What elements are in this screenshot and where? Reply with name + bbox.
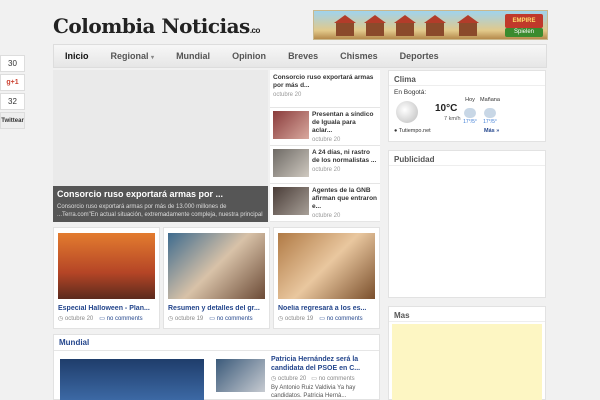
chevron-down-icon: ▾ [151,55,155,61]
headline-thumbnail[interactable] [273,187,309,215]
weather-wind: 7 km/h [444,116,461,122]
weather-location: En Bogotá: [394,89,427,96]
headline-thumbnail[interactable] [273,111,309,139]
section-heading[interactable]: Mundial [54,335,379,351]
headline-title[interactable]: A 24 días, ni rastro de los normalistas … [312,149,377,165]
more-widget: Mas [388,306,546,400]
article-date: octubre 20 [277,376,307,382]
weather-source-link[interactable]: ● Tutiempo.net [394,128,431,134]
nav-item-opinion[interactable]: Opinion [221,51,277,61]
article-meta: ◷ octubre 20 ▭ no comments [58,316,143,322]
article-title[interactable]: Especial Halloween - Plan... [58,305,155,312]
slider-caption: Consorcio ruso exportará armas por ... C… [53,186,268,222]
article-card[interactable]: Noelia regresará a los es... ◷ octubre 1… [273,227,380,329]
house-icon [364,15,386,36]
tweet-button[interactable]: Twittear [0,112,25,129]
social-share-bar: 30 g+1 32 Twittear [0,55,25,131]
list-item[interactable]: Agentes de la GNB afirman que entraron e… [270,184,380,222]
list-item[interactable]: A 24 días, ni rastro de los normalistas … [270,146,380,184]
ad-placeholder[interactable] [392,324,542,400]
nav-item-label: Regional [110,51,149,61]
headline-date: octubre 20 [312,213,341,219]
article-card[interactable]: Especial Halloween - Plan... ◷ octubre 2… [53,227,160,329]
article-card[interactable]: Resumen y detalles del gr... ◷ octubre 1… [163,227,270,329]
featured-title[interactable]: Consorcio ruso exportará armas por ... [57,189,264,199]
list-item[interactable]: Presentan a síndico de Iguala para aclar… [270,108,380,146]
comments-count: no comments [216,316,253,322]
cloud-icon [396,101,418,123]
headline-list: Consorcio ruso exportará armas por más d… [270,70,380,222]
forecast-tomorrow-label: Mañana [480,97,500,103]
widget-heading: Publicidad [389,151,545,166]
banner-title: EMPIRE [505,14,543,28]
comments-count: no comments [326,316,363,322]
facebook-like-count[interactable]: 30 [0,55,25,72]
house-icon [424,15,446,36]
headline-date: octubre 20 [312,137,341,143]
nav-item-regional[interactable]: Regional ▾ [100,51,166,61]
mundial-main-image[interactable] [60,359,204,400]
article-image[interactable] [58,233,155,299]
comments-link[interactable]: ▭ no comments [319,316,362,322]
featured-excerpt: Consorcio ruso exportará armas por más d… [57,204,263,218]
forecast-today-range: 17°/5° [463,119,477,125]
weather-temperature: 10°C [435,103,458,114]
house-icon [394,15,416,36]
google-plus-count: 32 [0,93,25,110]
weather-more-link[interactable]: Más » [484,128,499,134]
comments-link[interactable]: ▭ no comments [99,316,142,322]
nav-item-mundial[interactable]: Mundial [165,51,221,61]
forecast-today-label: Hoy [465,97,475,103]
banner-play-button[interactable]: Spielen [505,28,543,37]
house-icon [457,15,479,36]
headline-date: octubre 20 [273,92,302,98]
article-meta: ◷ octubre 20 ▭ no comments [271,376,355,382]
comments-count: no comments [106,316,143,322]
logo-text: Colombia Noticias [53,14,250,38]
nav-item-deportes[interactable]: Deportes [389,51,450,61]
house-icon [334,15,356,36]
nav-item-chismes[interactable]: Chismes [329,51,389,61]
article-image[interactable] [168,233,265,299]
nav-item-breves[interactable]: Breves [277,51,329,61]
article-excerpt: By Antonio Ruiz Valdivia Ya hay candidat… [271,385,356,399]
article-meta: ◷ octubre 19 ▭ no comments [278,316,363,322]
headline-date: octubre 20 [312,167,341,173]
mundial-article-thumbnail[interactable] [216,359,265,392]
comments-count[interactable]: no comments [319,376,355,382]
google-plus-button[interactable]: g+1 [0,74,25,91]
cloud-icon [484,108,496,118]
article-meta: ◷ octubre 19 ▭ no comments [168,316,253,322]
headline-title[interactable]: Presentan a síndico de Iguala para aclar… [312,111,377,135]
main-nav: Inicio Regional ▾ Mundial Opinion Breves… [53,44,547,68]
widget-heading: Clima [389,71,545,86]
mundial-article: Patricia Hernández será la candidata del… [271,355,377,400]
featured-slider[interactable]: Consorcio ruso exportará armas por ... C… [53,70,268,222]
article-date: octubre 20 [64,316,94,322]
advertising-widget: Publicidad [388,150,546,298]
logo-suffix: .co [249,26,261,35]
weather-source-label: Tutiempo.net [398,128,431,134]
headline-title[interactable]: Consorcio ruso exportará armas por más d… [273,74,377,90]
mundial-section: Mundial Patricia Hernández será la candi… [53,334,380,400]
article-title[interactable]: Patricia Hernández será la candidata del… [271,355,377,373]
headline-thumbnail[interactable] [273,149,309,177]
widget-heading: Mas [389,307,545,322]
article-date: octubre 19 [284,316,314,322]
game-banner-ad[interactable]: EMPIRE Spielen [313,10,548,40]
weather-widget: Clima En Bogotá: 10°C 7 km/h Hoy Mañana … [388,70,546,142]
article-title[interactable]: Noelia regresará a los es... [278,305,375,312]
comments-link[interactable]: ▭ no comments [209,316,252,322]
cloud-icon [464,108,476,118]
headline-title[interactable]: Agentes de la GNB afirman que entraron e… [312,187,377,211]
site-logo[interactable]: Colombia Noticias.co [53,14,260,38]
forecast-tomorrow-range: 17°/5° [483,119,497,125]
article-title[interactable]: Resumen y detalles del gr... [168,305,265,312]
nav-item-inicio[interactable]: Inicio [54,51,100,61]
article-image[interactable] [278,233,375,299]
list-item[interactable]: Consorcio ruso exportará armas por más d… [270,70,380,108]
article-date: octubre 19 [174,316,204,322]
